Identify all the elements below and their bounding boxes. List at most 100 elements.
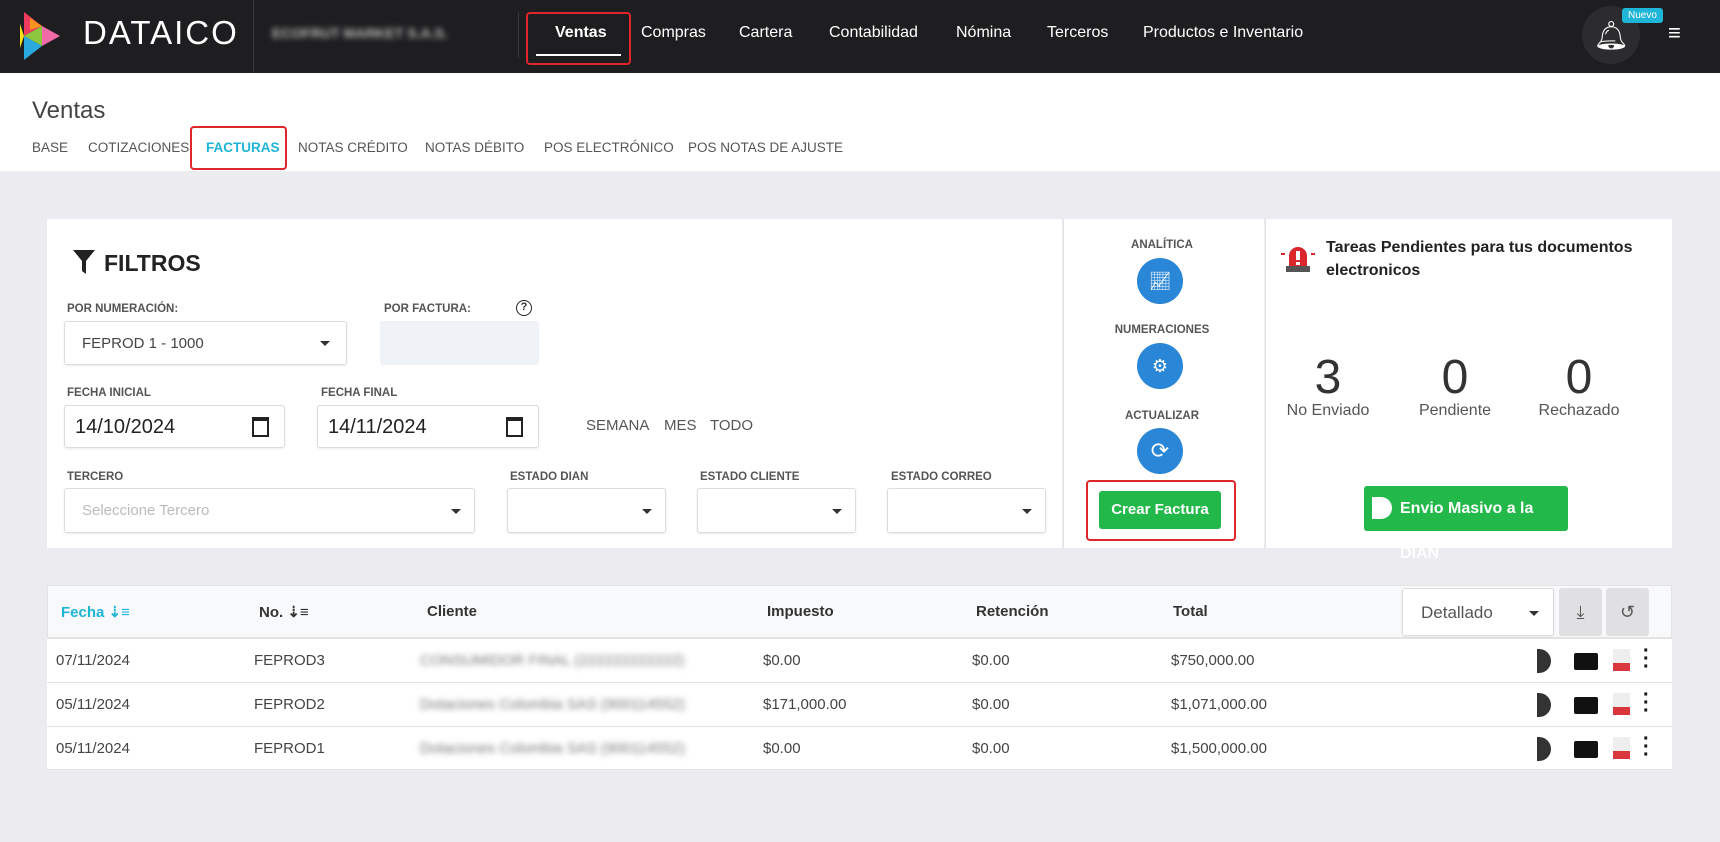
nav-compras[interactable]: Compras [641, 24, 706, 42]
tab-notas-debito[interactable]: NOTAS DÉBITO [425, 140, 524, 155]
nav-contabilidad[interactable]: Contabilidad [829, 24, 918, 42]
filter-icon [73, 250, 95, 274]
filters-title: FILTROS [104, 250, 201, 277]
cell-fecha: 05/11/2024 [56, 696, 130, 713]
cell-retencion: $0.00 [972, 696, 1010, 713]
sort-icon[interactable]: ⇣≡ [109, 604, 130, 621]
help-icon[interactable]: ? [516, 300, 532, 316]
cell-no: FEPROD2 [254, 696, 325, 713]
hamburger-menu-icon[interactable]: ≡ [1668, 20, 1681, 46]
factura-input[interactable] [380, 321, 539, 365]
gears-icon[interactable]: ⚙ [1137, 343, 1183, 389]
quick-semana[interactable]: SEMANA [586, 417, 649, 434]
tab-base[interactable]: BASE [32, 140, 68, 155]
estado-correo-select[interactable] [887, 488, 1046, 533]
actualizar-label: ACTUALIZAR [1062, 410, 1262, 422]
tasks-title: Tareas Pendientes para tus documentos el… [1326, 236, 1646, 282]
fecha-final-input[interactable]: 14/11/2024 [317, 405, 539, 448]
nav-cartera[interactable]: Cartera [739, 24, 792, 42]
cell-cliente: Dotaciones Colombia SAS (900114552) [420, 696, 685, 713]
dian-status-icon[interactable] [1537, 649, 1551, 673]
more-options-icon[interactable]: ··· [1643, 647, 1650, 671]
calendar-icon[interactable] [506, 417, 523, 437]
col-no-label: No. [259, 604, 283, 621]
numeracion-label: POR NUMERACIÓN: [67, 303, 178, 315]
col-total: Total [1173, 603, 1208, 620]
estado-correo-label: ESTADO CORREO [891, 471, 992, 483]
table-row[interactable]: 07/11/2024 FEPROD3 CONSUMIDOR FINAL (222… [47, 638, 1672, 682]
calendar-icon[interactable] [252, 417, 269, 437]
more-options-icon[interactable]: ··· [1643, 691, 1650, 715]
estado-cliente-select[interactable] [697, 488, 856, 533]
tab-cotizaciones[interactable]: COTIZACIONES [88, 140, 189, 155]
analytics-chart-icon[interactable]: 📈︎ [1137, 258, 1183, 304]
envio-masivo-button[interactable]: Envio Masivo a la DIAN [1364, 486, 1568, 531]
new-badge: Nuevo [1622, 8, 1663, 23]
stat-rechazado-value: 0 [1519, 350, 1639, 405]
chevron-down-icon [451, 509, 461, 514]
numeracion-select[interactable]: FEPROD 1 - 1000 [64, 321, 347, 365]
cell-retencion: $0.00 [972, 740, 1010, 757]
view-value: Detallado [1421, 603, 1493, 623]
dian-status-icon[interactable] [1537, 693, 1551, 717]
tercero-select[interactable]: Seleccione Tercero [64, 488, 475, 533]
email-icon[interactable] [1574, 653, 1598, 670]
download-icon[interactable]: ⤓ [1559, 588, 1602, 636]
tab-facturas[interactable]: FACTURAS [206, 140, 280, 155]
cell-total: $1,500,000.00 [1171, 740, 1267, 757]
cell-fecha: 07/11/2024 [56, 652, 130, 669]
nav-productos[interactable]: Productos e Inventario [1143, 24, 1303, 42]
tab-pos-notas-ajuste[interactable]: POS NOTAS DE AJUSTE [688, 140, 843, 155]
pdf-icon[interactable] [1613, 693, 1630, 715]
fecha-final-value: 14/11/2024 [328, 416, 427, 439]
email-icon[interactable] [1574, 741, 1598, 758]
quick-mes[interactable]: MES [664, 417, 697, 434]
active-underline [536, 54, 621, 56]
cell-total: $1,071,000.00 [1171, 696, 1267, 713]
tercero-label: TERCERO [67, 471, 123, 483]
page-title: Ventas [32, 97, 105, 125]
sort-icon[interactable]: ⇣≡ [287, 604, 308, 621]
estado-dian-label: ESTADO DIAN [510, 471, 588, 483]
estado-dian-select[interactable] [507, 488, 666, 533]
nav-nomina[interactable]: Nómina [956, 24, 1011, 42]
factura-label: POR FACTURA: [384, 303, 471, 315]
refresh-icon[interactable]: ⟳ [1137, 428, 1183, 474]
fecha-inicial-value: 14/10/2024 [75, 416, 175, 439]
pdf-icon[interactable] [1613, 649, 1630, 671]
col-fecha-label: Fecha [61, 604, 104, 621]
fecha-final-label: FECHA FINAL [321, 387, 397, 399]
stat-pendiente-label: Pendiente [1385, 402, 1525, 420]
cell-impuesto: $0.00 [763, 652, 801, 669]
cell-impuesto: $0.00 [763, 740, 801, 757]
col-fecha[interactable]: Fecha ⇣≡ [61, 603, 130, 621]
view-select[interactable]: Detallado [1402, 588, 1554, 636]
fecha-inicial-label: FECHA INICIAL [67, 387, 151, 399]
dian-status-icon[interactable] [1537, 737, 1551, 761]
col-retencion: Retención [976, 603, 1049, 620]
more-options-icon[interactable]: ··· [1643, 735, 1650, 759]
tab-notas-credito[interactable]: NOTAS CRÉDITO [298, 140, 408, 155]
nav-terceros[interactable]: Terceros [1047, 24, 1108, 42]
alarm-siren-icon [1281, 240, 1315, 274]
dataico-logo-icon [20, 12, 64, 60]
nav-ventas[interactable]: Ventas [555, 24, 607, 42]
cell-retencion: $0.00 [972, 652, 1010, 669]
quick-todo[interactable]: TODO [710, 417, 753, 434]
tercero-placeholder: Seleccione Tercero [82, 502, 209, 519]
email-icon[interactable] [1574, 697, 1598, 714]
table-row[interactable]: 05/11/2024 FEPROD2 Dotaciones Colombia S… [47, 682, 1672, 726]
col-no[interactable]: No. ⇣≡ [259, 603, 309, 621]
divider [518, 12, 519, 58]
crear-factura-button[interactable]: Crear Factura [1099, 491, 1221, 529]
cell-no: FEPROD1 [254, 740, 325, 757]
history-icon[interactable]: ↺ [1606, 588, 1649, 636]
dian-icon [1372, 497, 1392, 519]
estado-cliente-label: ESTADO CLIENTE [700, 471, 799, 483]
table-row[interactable]: 05/11/2024 FEPROD1 Dotaciones Colombia S… [47, 726, 1672, 770]
chevron-down-icon [320, 341, 330, 346]
fecha-inicial-input[interactable]: 14/10/2024 [64, 405, 285, 448]
cell-cliente: Dotaciones Colombia SAS (900114552) [420, 740, 685, 757]
pdf-icon[interactable] [1613, 737, 1630, 759]
tab-pos-electronico[interactable]: POS ELECTRÓNICO [544, 140, 674, 155]
